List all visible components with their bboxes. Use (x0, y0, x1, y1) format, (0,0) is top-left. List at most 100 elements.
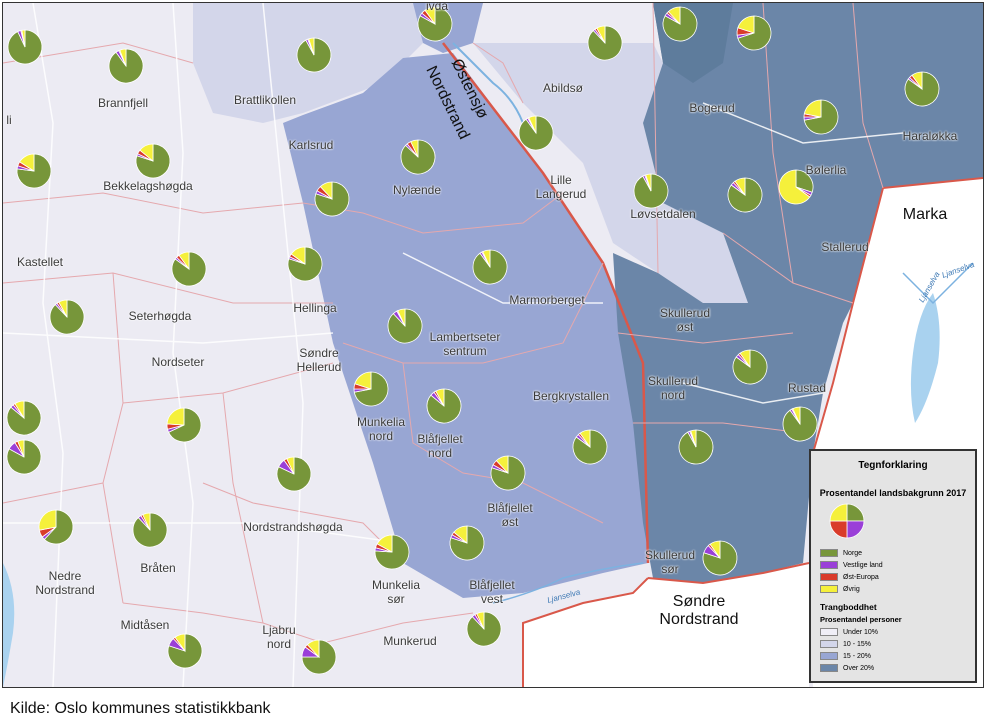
area-label-sondre-hellerud: Søndre Hellerud (296, 346, 342, 374)
pie-chart (736, 15, 772, 51)
pie-chart (449, 525, 485, 561)
pie-chart (166, 407, 202, 443)
pie-chart (353, 371, 389, 407)
legend-crowding-over20: Over 20% (820, 664, 874, 674)
legend-swatch (820, 585, 838, 594)
area-label-haralokka: Haraløkka (902, 129, 958, 143)
area-label-brattlikollen: Brattlikollen (233, 93, 297, 107)
area-label-skullerud-sor: Skullerud sør (644, 548, 696, 576)
area-label-blafjellet-ost: Blåfjellet øst (487, 501, 533, 529)
pie-slice-vestlige (846, 520, 865, 539)
legend-subtitle: Prosentandel landsbakgrunn 2017 (819, 488, 967, 498)
legend-item-ost-europa: Øst-Europa (820, 573, 879, 583)
pie-chart (314, 181, 350, 217)
area-label-karlsrud: Karlsrud (288, 138, 334, 152)
pie-chart (904, 71, 940, 107)
legend-pie (829, 503, 865, 539)
pie-chart (472, 249, 508, 285)
pie-chart (287, 246, 323, 282)
legend-item-norge: Norge (820, 549, 862, 559)
pie-chart (662, 6, 698, 42)
pie-chart (732, 349, 768, 385)
legend-crowding-15-20: 15 - 20% (820, 652, 871, 662)
pie-chart (301, 639, 337, 675)
legend-item-vestlige: Vestlige land (820, 561, 883, 571)
area-label-bekkelagshogda: Bekkelagshøgda (103, 179, 193, 193)
pie-slice-ost_europa (829, 520, 848, 539)
pie-chart (49, 299, 85, 335)
pie-chart (702, 540, 738, 576)
pie-chart (518, 115, 554, 151)
map: Ljanselva Ljanselva Ljanselva Brannfjell… (2, 2, 984, 688)
area-label-kastellet: Kastellet (16, 255, 64, 269)
area-label-brannfjell: Brannfjell (97, 96, 149, 110)
pie-chart (572, 429, 608, 465)
pie-chart (132, 512, 168, 548)
area-label-blafjellet-vest: Blåfjellet vest (469, 578, 515, 606)
pie-chart (108, 48, 144, 84)
legend-crowding-under10: Under 10% (820, 628, 878, 638)
area-label-munkelia-nord: Munkelia nord (356, 415, 406, 443)
pie-chart (296, 37, 332, 73)
area-label-braten: Bråten (140, 561, 176, 575)
area-label-nylaende: Nylænde (392, 183, 442, 197)
area-label-top-partial: ivda (425, 2, 449, 13)
pie-chart (490, 455, 526, 491)
pie-chart (782, 406, 818, 442)
legend-swatch (820, 628, 838, 637)
area-label-ljabru-nord: Ljabru nord (262, 623, 296, 651)
legend-crowding-subtitle: Prosentandel personer (820, 615, 902, 624)
area-label-blafjellet-nord: Blåfjellet nord (417, 432, 463, 460)
area-label-munkelia-sor: Munkelia sør (371, 578, 421, 606)
area-label-skullerud-ost: Skullerud øst (659, 306, 711, 334)
legend-title: Tegnforklaring (858, 460, 928, 471)
legend-swatch (820, 561, 838, 570)
area-label-lovsetdalen: Løvsetdalen (630, 207, 696, 221)
area-label-hellinga: Hellinga (293, 301, 337, 315)
pie-chart (167, 633, 203, 669)
area-label-marmorberget: Marmorberget (509, 293, 585, 307)
legend-swatch (820, 573, 838, 582)
legend-crowding-10-15: 10 - 15% (820, 640, 871, 650)
region-label-sondre-nordstrand: Søndre Nordstrand (659, 593, 739, 628)
area-label-nordstrandshogda: Nordstrandshøgda (243, 520, 343, 534)
area-label-lille-langerud: Lille Langerud (535, 173, 587, 201)
legend-swatch (820, 652, 838, 661)
pie-chart (426, 388, 462, 424)
region-label-marka: Marka (902, 206, 948, 223)
source-caption: Kilde: Oslo kommunes statistikkbank (10, 700, 271, 717)
pie-chart (276, 456, 312, 492)
area-label-li-partial: li (6, 113, 12, 127)
pie-chart (38, 509, 74, 545)
area-label-stallerud: Stallerud (821, 240, 869, 254)
area-label-skullerud-nord: Skullerud nord (647, 374, 699, 402)
legend-sample-pie (829, 503, 865, 539)
pie-slice-ovrig (829, 503, 848, 522)
area-label-bergkrystallen: Bergkrystallen (532, 389, 610, 403)
pie-chart (16, 153, 52, 189)
pie-chart (803, 99, 839, 135)
area-label-nordseter: Nordseter (151, 355, 205, 369)
legend: Tegnforklaring Prosentandel landsbakgrun… (809, 449, 977, 683)
pie-chart (633, 173, 669, 209)
legend-swatch (820, 640, 838, 649)
legend-swatch (820, 664, 838, 673)
pie-chart (135, 143, 171, 179)
legend-swatch (820, 549, 838, 558)
pie-chart (171, 251, 207, 287)
pie-chart (374, 534, 410, 570)
area-label-rustad: Rustad (787, 381, 827, 395)
pie-slice-norge (846, 503, 865, 522)
pie-chart (727, 177, 763, 213)
pie-chart (400, 139, 436, 175)
area-label-munkerud: Munkerud (383, 634, 437, 648)
legend-crowding-title: Trangboddhet (820, 602, 877, 612)
pie-chart (6, 439, 42, 475)
area-label-abildso: Abildsø (542, 81, 584, 95)
area-label-bolerlia: Bølerlia (805, 163, 847, 177)
pie-chart (678, 429, 714, 465)
pie-chart (387, 308, 423, 344)
area-label-lambertseter-sentrum: Lambertseter sentrum (429, 330, 501, 358)
area-label-nedre-nordstrand: Nedre Nordstrand (35, 569, 95, 597)
pie-chart (587, 25, 623, 61)
